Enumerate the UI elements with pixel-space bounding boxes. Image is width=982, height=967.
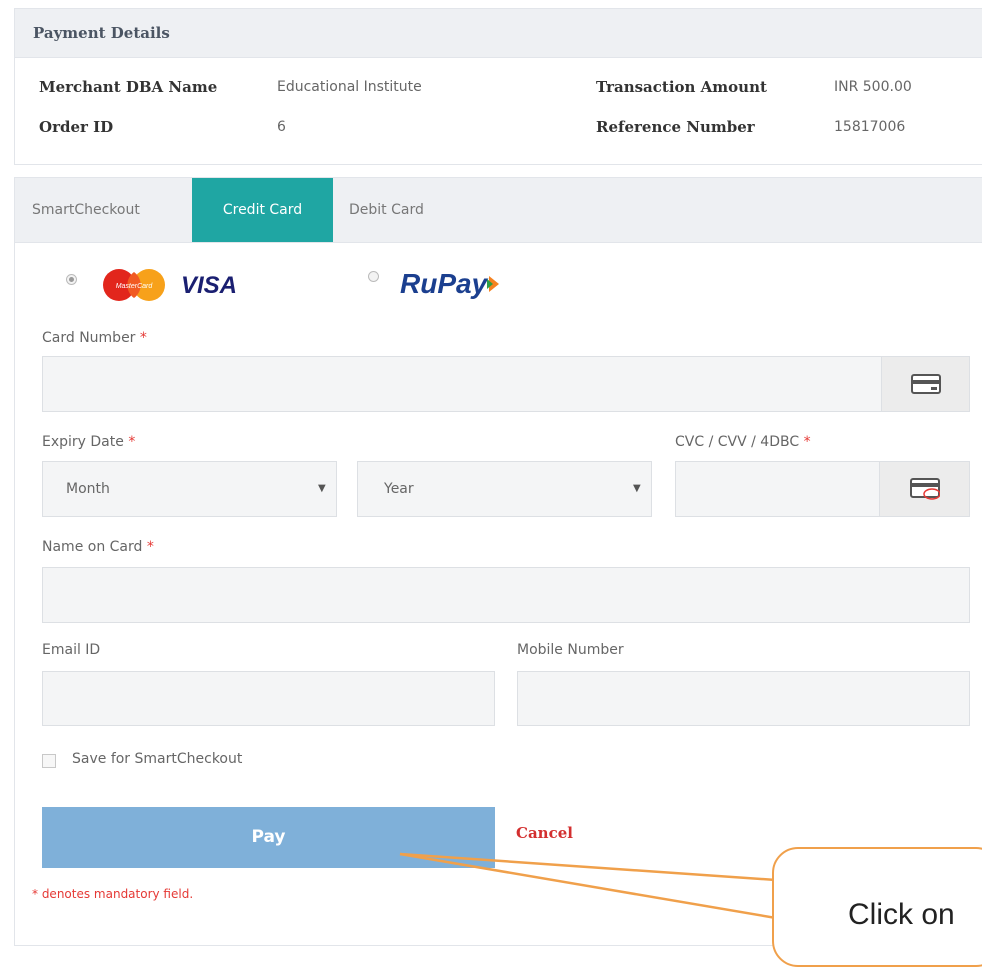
order-id-label: Order ID [39, 118, 114, 136]
payment-tabs: SmartCheckout Credit Card Debit Card [15, 178, 982, 243]
expiry-month-select[interactable]: Month ▼ [42, 461, 337, 517]
name-on-card-label: Name on Card * [42, 539, 154, 555]
amount-value: INR 500.00 [834, 79, 912, 95]
cancel-link[interactable]: Cancel [516, 824, 573, 842]
expiry-year-select[interactable]: Year ▼ [357, 461, 652, 517]
reference-label: Reference Number [596, 118, 755, 136]
month-select-value: Month [66, 481, 110, 497]
rupay-radio[interactable] [368, 271, 379, 282]
cvv-card-icon [909, 478, 940, 500]
cvv-icon-addon [879, 461, 970, 517]
save-smartcheckout-label: Save for SmartCheckout [72, 751, 243, 767]
year-select-value: Year [384, 481, 414, 497]
chevron-down-icon: ▼ [318, 483, 326, 494]
cvv-label: CVC / CVV / 4DBC * [675, 434, 811, 450]
rupay-logo-icon: RuPay [400, 268, 503, 300]
callout-text: Click on [848, 898, 955, 931]
email-id-label: Email ID [42, 642, 101, 658]
mastercard-logo-icon: MasterCard [97, 268, 173, 302]
card-number-label: Card Number * [42, 330, 147, 346]
mobile-number-input[interactable] [517, 671, 970, 726]
tab-credit-card[interactable]: Credit Card [192, 178, 333, 242]
tab-smartcheckout[interactable]: SmartCheckout [32, 178, 140, 242]
merchant-value: Educational Institute [277, 79, 422, 95]
svg-text:MasterCard: MasterCard [116, 283, 154, 290]
expiry-date-label: Expiry Date * [42, 434, 136, 450]
mastercard-visa-radio[interactable] [66, 274, 77, 285]
save-smartcheckout-checkbox[interactable] [42, 754, 56, 768]
card-number-input[interactable] [42, 356, 882, 412]
visa-logo-icon: VISA [181, 272, 238, 299]
order-id-value: 6 [277, 119, 286, 135]
amount-label: Transaction Amount [596, 78, 767, 96]
tab-debit-card[interactable]: Debit Card [349, 178, 424, 242]
card-icon-addon [881, 356, 970, 412]
payment-details-title: Payment Details [15, 9, 982, 58]
pay-button[interactable]: Pay [42, 807, 495, 868]
email-id-input[interactable] [42, 671, 495, 726]
name-on-card-input[interactable] [42, 567, 970, 623]
merchant-label: Merchant DBA Name [39, 78, 218, 96]
credit-card-icon [910, 374, 941, 394]
cvv-input[interactable] [675, 461, 880, 517]
payment-details-panel: Payment Details Merchant DBA Name Educat… [14, 8, 982, 165]
chevron-down-icon: ▼ [633, 483, 641, 494]
mandatory-field-note: * denotes mandatory field. [32, 887, 194, 901]
reference-value: 15817006 [834, 119, 906, 135]
mobile-number-label: Mobile Number [517, 642, 624, 658]
